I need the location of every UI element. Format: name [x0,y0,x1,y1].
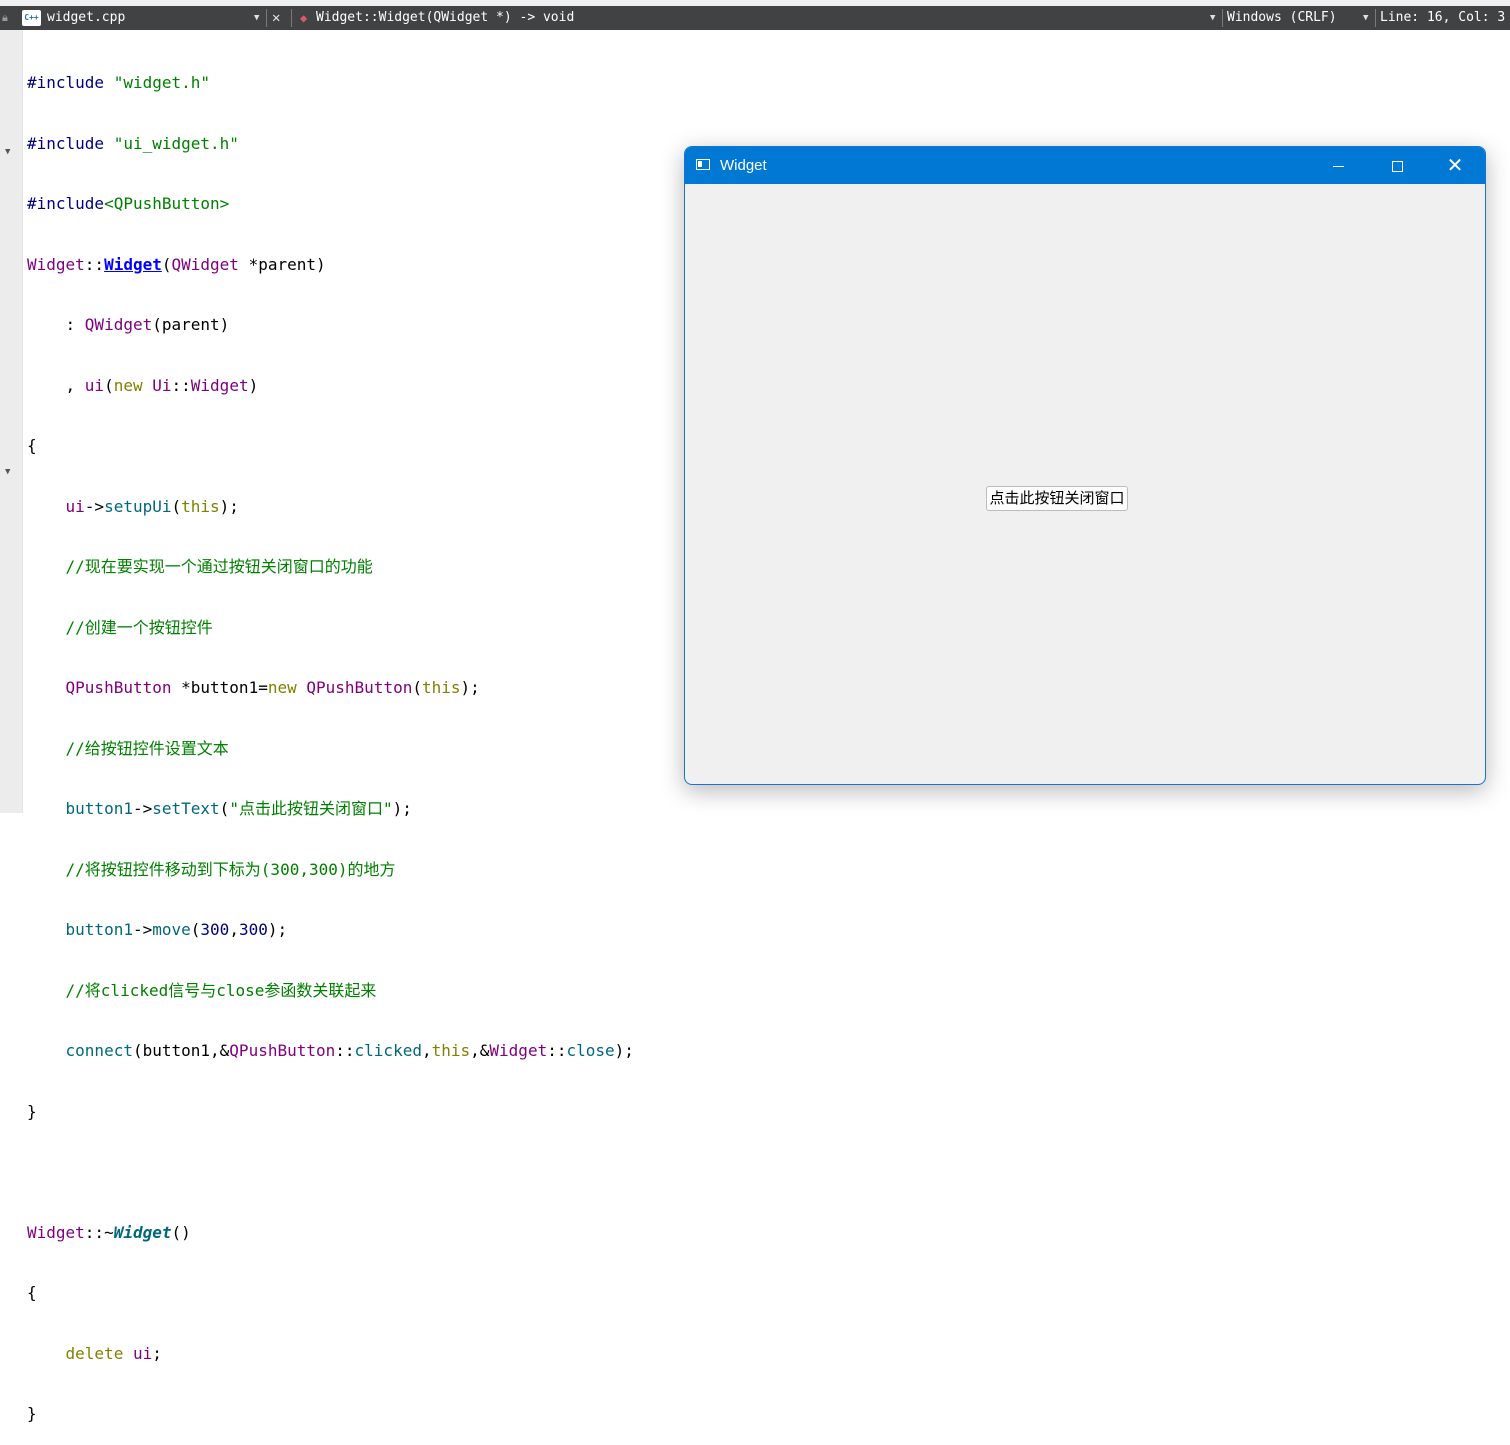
code-comment: //给按钮控件设置文本 [27,738,229,758]
toolbar-divider [1375,9,1376,27]
editor-toolbar: 🔒︎ C++ widget.cpp ▼ ✕ ◆ Widget::Widget(Q… [0,6,1510,30]
code-line: ui->setupUi(this); [65,496,239,516]
fold-arrow-icon[interactable]: ▼ [5,147,10,157]
code-line: #include "ui_widget.h" [27,133,239,153]
code-comment: //将按钮控件移动到下标为(300,300)的地方 [27,859,396,879]
cpp-file-icon: C++ [22,10,41,26]
code-editor[interactable]: #include "widget.h" #include "ui_widget.… [27,34,634,1445]
chevron-down-icon[interactable]: ▼ [1363,6,1368,30]
code-line: : QWidget(parent) [27,315,230,334]
code-line: { [27,436,37,455]
code-comment: //创建一个按钮控件 [27,617,213,637]
code-line: } [27,1101,37,1121]
code-line: button1->setText("点击此按钮关闭窗口"); [65,799,412,818]
code-line: , ui(new Ui::Widget) [27,375,259,395]
fold-arrow-icon[interactable]: ▼ [5,467,10,477]
qt-widget-window[interactable]: Widget ✕ 点击此按钮关闭窗口 [684,146,1486,785]
close-window-button[interactable]: 点击此按钮关闭窗口 [986,486,1128,511]
window-app-icon [696,159,710,170]
maximize-icon [1391,161,1403,172]
minimize-icon [1332,166,1344,167]
diamond-icon: ◆ [300,11,308,25]
open-file-name[interactable]: widget.cpp [47,6,125,30]
toolbar-divider [1222,9,1223,27]
code-line: #include<QPushButton> [27,194,230,213]
cursor-position: Line: 16, Col: 3 [1380,10,1506,25]
chevron-down-icon[interactable]: ▼ [254,6,259,30]
toolbar-divider [291,9,292,27]
code-line: Widget::Widget(QWidget *parent) [27,254,326,274]
lock-icon[interactable]: 🔒︎ [2,6,16,30]
code-line: } [27,1404,37,1423]
code-comment: //现在要实现一个通过按钮关闭窗口的功能 [27,557,373,576]
line-ending-selector[interactable]: Windows (CRLF) [1227,6,1337,30]
code-line: delete ui; [65,1343,162,1363]
code-line: Widget::~Widget() [27,1222,191,1242]
editor-gutter[interactable]: ▼ ▼ [0,30,23,813]
code-line: { [27,1283,37,1302]
code-line: #include "widget.h" [27,73,211,92]
code-line: button1->move(300,300); [65,920,288,939]
close-button[interactable]: ✕ [1426,147,1484,184]
chevron-down-icon[interactable]: ▼ [1210,6,1215,30]
minimize-button[interactable] [1309,147,1367,184]
code-comment: //将clicked信号与close参函数关联起来 [27,980,377,1000]
window-title-bar[interactable]: Widget ✕ [685,147,1485,184]
close-icon[interactable]: ✕ [272,6,280,30]
constructor-definition-link[interactable]: Widget [104,255,162,274]
toolbar-divider [266,9,267,27]
function-symbol-selector[interactable]: Widget::Widget(QWidget *) -> void [316,6,574,30]
code-line: QPushButton *button1=new QPushButton(thi… [65,678,480,697]
code-line: connect(button1,&QPushButton::clicked,th… [65,1041,634,1060]
maximize-button[interactable] [1368,147,1426,184]
close-icon: ✕ [1446,153,1464,177]
window-title: Widget [720,157,767,174]
